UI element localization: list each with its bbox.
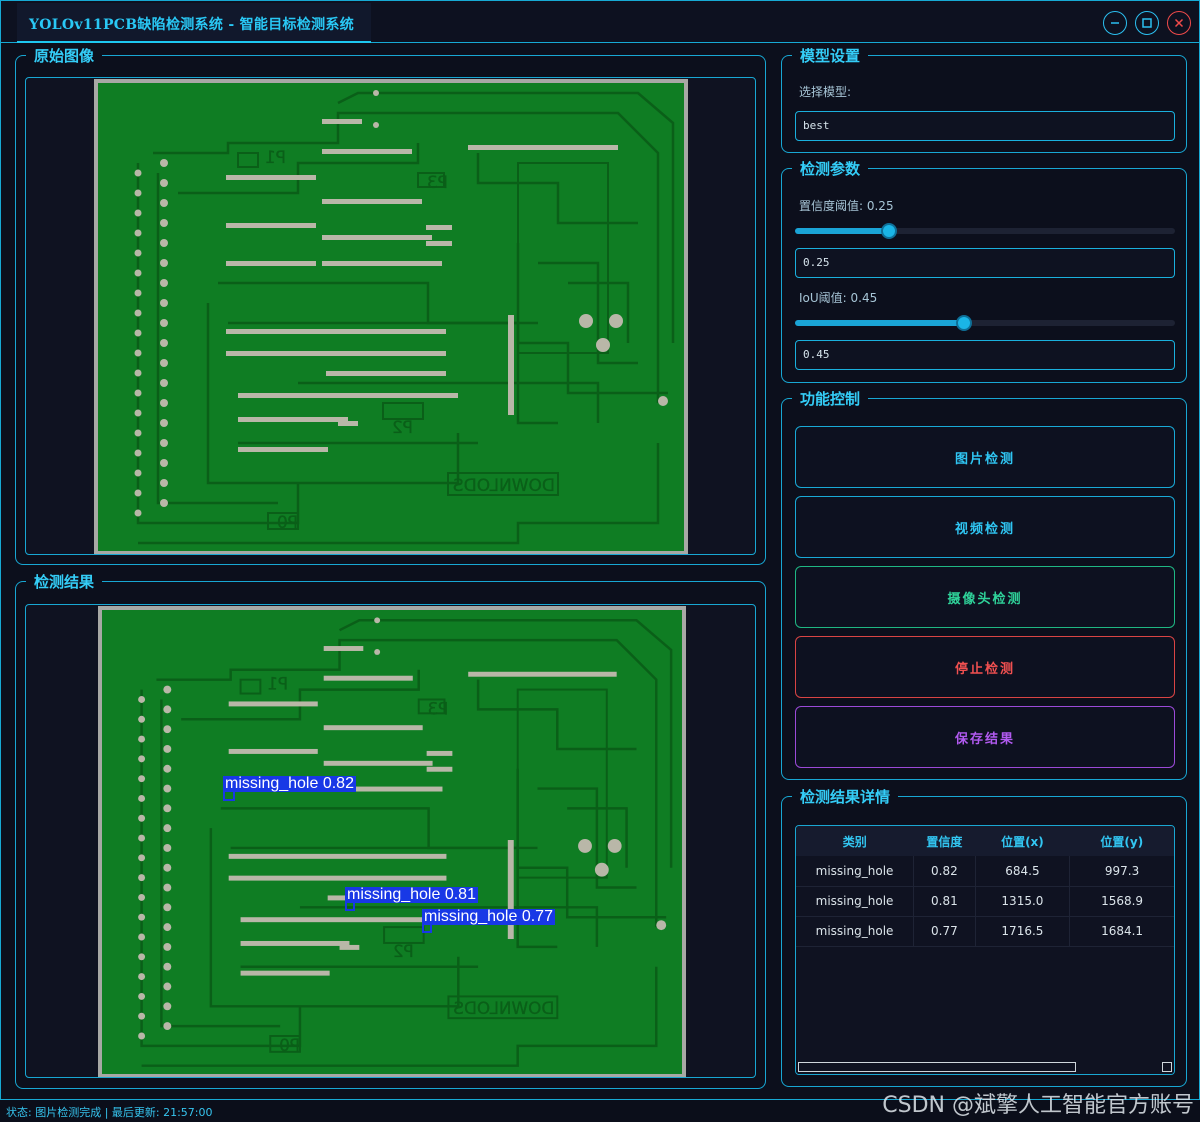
detection-label: missing_hole 0.82 [223, 775, 356, 792]
scrollbar-thumb[interactable] [798, 1062, 1076, 1072]
result-image-title: 检测结果 [26, 572, 103, 592]
table-row[interactable]: missing_hole 0.82 684.5 997.3 [796, 856, 1174, 887]
table-row[interactable]: missing_hole 0.77 1716.5 1684.1 [796, 916, 1174, 947]
maximize-icon [1142, 18, 1152, 28]
original-pcb-image: P0 P1 P2 P3 DOWNLODS [94, 79, 688, 554]
cell-x: 1716.5 [975, 916, 1071, 947]
pcb-traces-result: P0 P1 P2 P3 DOWNLODS [138, 617, 673, 1067]
cell-class: missing_hole [796, 886, 915, 917]
detection-label: missing_hole 0.81 [345, 886, 478, 903]
detection-params-panel: 检测参数 置信度阈值: 0.25 0.25 IoU阈值: 0.45 0.45 [781, 159, 1187, 383]
close-icon [1174, 18, 1184, 28]
pcb-text-p3: P3 [427, 173, 448, 193]
scrollbar-arrow-icon[interactable] [1162, 1062, 1172, 1072]
detection-label: missing_hole 0.77 [422, 908, 555, 925]
image-detect-button[interactable]: 图片检测 [795, 426, 1175, 488]
title-tab: YOLOv11PCB缺陷检测系统 - 智能目标检测系统 [17, 3, 371, 43]
pcb-text-p2: P2 [393, 941, 414, 961]
model-settings-title: 模型设置 [792, 46, 869, 66]
horizontal-scrollbar[interactable] [796, 1060, 1174, 1074]
iou-input[interactable]: 0.45 [795, 340, 1175, 370]
minimize-button[interactable] [1103, 11, 1127, 35]
function-controls-title: 功能控制 [792, 389, 869, 409]
cell-class: missing_hole [796, 856, 915, 887]
stop-detect-button[interactable]: 停止检测 [795, 636, 1175, 698]
iou-slider[interactable] [795, 315, 1175, 331]
confidence-slider-fill [795, 228, 889, 234]
save-result-button[interactable]: 保存结果 [795, 706, 1175, 768]
confidence-label: 置信度阈值: 0.25 [799, 199, 894, 213]
column-header-x[interactable]: 位置(x) [975, 826, 1070, 856]
pcb-text-p0: P0 [279, 1035, 300, 1055]
column-header-class[interactable]: 类别 [796, 826, 914, 856]
iou-label: IoU阈值: 0.45 [799, 291, 878, 305]
pcb-traces-original: P0 P1 P2 P3 DOWNLODS [134, 90, 675, 545]
pcb-board: P0 P1 P2 P3 DOWNLODS [98, 83, 684, 551]
watermark: CSDN @斌擎人工智能官方账号 [882, 1093, 1194, 1118]
function-controls-panel: 功能控制 图片检测 视频检测 摄像头检测 停止检测 保存结果 [781, 389, 1187, 780]
result-image-panel: 检测结果 P0 P1 P2 P3 DOWNLODS missing_hole 0… [15, 572, 766, 1089]
status-text: 状态: 图片检测完成 | 最后更新: 21:57:00 [6, 1106, 213, 1119]
column-header-y[interactable]: 位置(y) [1069, 826, 1174, 856]
camera-detect-button[interactable]: 摄像头检测 [795, 566, 1175, 628]
original-image-frame: P0 P1 P2 P3 DOWNLODS [25, 77, 756, 555]
column-header-confidence[interactable]: 置信度 [913, 826, 976, 856]
pcb-text-p3: P3 [428, 698, 449, 718]
model-settings-panel: 模型设置 选择模型: best [781, 46, 1187, 153]
cell-x: 1315.0 [975, 886, 1071, 917]
pcb-text-p1: P1 [265, 148, 286, 168]
cell-confidence: 0.77 [913, 916, 976, 947]
confidence-slider-handle[interactable] [881, 223, 897, 239]
result-pcb-image: P0 P1 P2 P3 DOWNLODS missing_hole 0.82 m… [98, 606, 686, 1077]
window-title: YOLOv11PCB缺陷检测系统 - 智能目标检测系统 [29, 17, 355, 33]
cell-y: 1568.9 [1069, 886, 1174, 917]
cell-class: missing_hole [796, 916, 915, 947]
original-image-title: 原始图像 [26, 46, 103, 66]
confidence-slider[interactable] [795, 223, 1175, 239]
pcb-text-brand: DOWNLODS [453, 998, 554, 1018]
iou-slider-fill [795, 320, 964, 326]
video-detect-button[interactable]: 视频检测 [795, 496, 1175, 558]
pcb-text-brand: DOWNLODS [453, 476, 555, 496]
cell-confidence: 0.81 [913, 886, 976, 917]
results-table: 类别 置信度 位置(x) 位置(y) missing_hole 0.82 684… [795, 825, 1175, 1075]
table-row[interactable]: missing_hole 0.81 1315.0 1568.9 [796, 886, 1174, 917]
close-button[interactable] [1167, 11, 1191, 35]
select-model-label: 选择模型: [799, 85, 852, 99]
app-window: YOLOv11PCB缺陷检测系统 - 智能目标检测系统 原始图像 P0 P1 P… [0, 0, 1200, 1100]
cell-confidence: 0.82 [913, 856, 976, 887]
model-select[interactable]: best [795, 111, 1175, 141]
iou-slider-handle[interactable] [956, 315, 972, 331]
pcb-text-p2: P2 [392, 418, 413, 438]
cell-y: 997.3 [1069, 856, 1174, 887]
maximize-button[interactable] [1135, 11, 1159, 35]
cell-y: 1684.1 [1069, 916, 1174, 947]
results-detail-panel: 检测结果详情 类别 置信度 位置(x) 位置(y) missing_hole 0… [781, 787, 1187, 1087]
table-header-row: 类别 置信度 位置(x) 位置(y) [796, 826, 1174, 856]
pcb-text-p0: P0 [277, 513, 298, 533]
original-image-panel: 原始图像 P0 P1 P2 P3 DOWNLODS [15, 46, 766, 565]
detection-params-title: 检测参数 [792, 159, 869, 179]
result-image-frame: P0 P1 P2 P3 DOWNLODS missing_hole 0.82 m… [25, 604, 756, 1078]
confidence-input[interactable]: 0.25 [795, 248, 1175, 278]
results-detail-title: 检测结果详情 [792, 787, 899, 807]
pcb-board: P0 P1 P2 P3 DOWNLODS [102, 610, 682, 1074]
title-bar: YOLOv11PCB缺陷检测系统 - 智能目标检测系统 [1, 1, 1199, 43]
cell-x: 684.5 [975, 856, 1071, 887]
pcb-text-p1: P1 [267, 674, 288, 694]
minimize-icon [1111, 22, 1119, 24]
